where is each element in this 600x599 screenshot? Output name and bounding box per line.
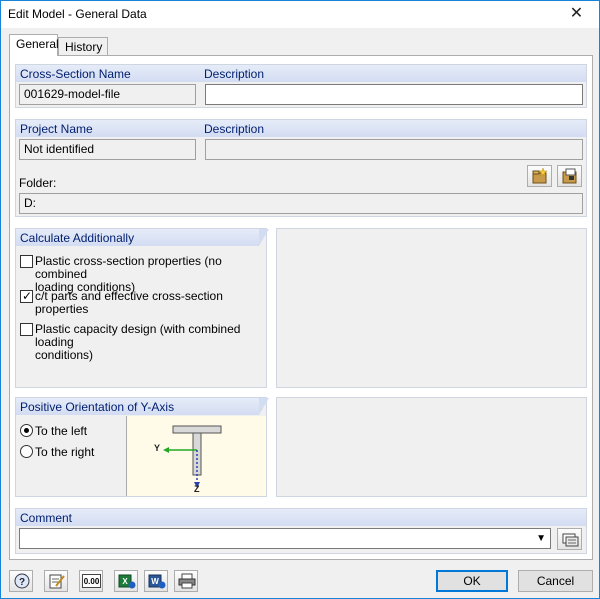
orientation-heading: Positive Orientation of Y-Axis (20, 400, 175, 414)
plastic-capacity-design-label: Plastic capacity design (with combined l… (35, 323, 266, 362)
print-button[interactable] (174, 570, 198, 592)
calculate-preview-area (276, 228, 587, 388)
calculate-additionally-group: Calculate Additionally Plastic cross-sec… (15, 228, 269, 388)
tab-history-label: History (65, 40, 103, 54)
tab-history[interactable]: History (58, 37, 108, 56)
project-name-field[interactable]: Not identified (19, 139, 196, 160)
chevron-down-icon[interactable]: ▼ (536, 533, 546, 544)
plastic-capacity-design-checkbox[interactable] (20, 323, 33, 336)
plastic-capacity-design-line1: Plastic capacity design (with combined l… (35, 322, 241, 349)
svg-text:?: ? (19, 577, 25, 588)
edit-button[interactable] (44, 570, 68, 592)
comment-header: Comment (16, 509, 586, 526)
new-folder-icon (532, 168, 548, 184)
y-axis-label: Y (154, 443, 161, 453)
project-name-value: Not identified (24, 142, 95, 156)
open-folder-button[interactable] (557, 165, 582, 187)
project-description-field[interactable] (205, 139, 583, 160)
orientation-diagram: Y Z (126, 416, 266, 496)
units-icon: 0.00 (82, 574, 101, 588)
radio-selected-dot (24, 428, 29, 433)
units-text: 0.00 (83, 577, 100, 586)
project-description-heading: Description (204, 122, 265, 136)
z-axis-label: Z (194, 484, 200, 494)
calculate-additionally-heading: Calculate Additionally (20, 231, 135, 245)
cancel-label: Cancel (536, 574, 575, 588)
open-folder-icon (562, 168, 577, 184)
orientation-preview-area (276, 397, 587, 497)
ok-button[interactable]: OK (436, 570, 508, 592)
orientation-right-label: To the right (35, 445, 95, 459)
svg-text:W: W (151, 577, 159, 586)
units-button[interactable]: 0.00 (79, 570, 103, 592)
cross-section-header: Cross-Section Name Description (16, 65, 586, 82)
import-icon: W (148, 574, 166, 589)
folder-field[interactable]: D: (19, 193, 583, 214)
import-button[interactable]: W (144, 570, 168, 592)
cross-section-description-heading: Description (204, 67, 265, 81)
orientation-left-radio[interactable] (20, 424, 33, 437)
orientation-left-label: To the left (35, 424, 88, 438)
cross-section-description-field[interactable] (205, 84, 583, 105)
ok-label: OK (463, 574, 481, 588)
help-icon: ? (14, 573, 30, 589)
new-folder-button[interactable] (527, 165, 552, 187)
edit-model-dialog: Edit Model - General Data ✕ General Hist… (0, 0, 600, 599)
project-name-heading: Project Name (20, 122, 93, 136)
edit-icon (49, 574, 65, 589)
title-bar: Edit Model - General Data ✕ (1, 1, 599, 28)
close-icon[interactable]: ✕ (554, 1, 599, 28)
project-group: Project Name Description Not identified … (15, 119, 587, 217)
tab-general[interactable]: General (9, 34, 59, 56)
comment-group: Comment ▼ (15, 508, 587, 554)
cancel-button[interactable]: Cancel (518, 570, 593, 592)
comment-library-icon (562, 533, 579, 547)
orientation-group: Positive Orientation of Y-Axis To the le… (15, 397, 269, 497)
cross-section-name-value: 001629-model-file (24, 87, 121, 101)
ct-parts-checkbox[interactable]: ✓ (20, 289, 33, 303)
print-icon (178, 573, 196, 589)
orientation-right-radio[interactable] (20, 445, 33, 458)
cross-section-group: Cross-Section Name Description 001629-mo… (15, 64, 587, 108)
export-excel-icon: X (118, 574, 136, 589)
plastic-cs-properties-line1: Plastic cross-section properties (no com… (35, 254, 222, 281)
calculate-additionally-header: Calculate Additionally (16, 229, 269, 246)
orientation-header: Positive Orientation of Y-Axis (16, 398, 269, 415)
tab-general-label: General (16, 37, 59, 51)
comment-heading: Comment (20, 511, 73, 525)
checkmark-icon: ✓ (22, 289, 33, 303)
plastic-cs-properties-checkbox[interactable] (20, 255, 33, 268)
cross-section-name-heading: Cross-Section Name (20, 67, 131, 81)
general-tab-panel: Cross-Section Name Description 001629-mo… (9, 55, 593, 560)
folder-label: Folder: (19, 176, 57, 190)
folder-value: D: (24, 196, 36, 210)
ct-parts-label: c/t parts and effective cross-section pr… (35, 289, 223, 316)
help-button[interactable]: ? (9, 570, 33, 592)
export-excel-button[interactable]: X (114, 570, 138, 592)
comment-combobox[interactable]: ▼ (19, 528, 551, 549)
window-title: Edit Model - General Data (8, 7, 147, 21)
project-header: Project Name Description (16, 120, 586, 137)
svg-text:X: X (122, 577, 128, 586)
plastic-capacity-design-line2: conditions) (35, 348, 94, 362)
comment-library-button[interactable] (557, 528, 582, 550)
cross-section-name-field[interactable]: 001629-model-file (19, 84, 196, 105)
